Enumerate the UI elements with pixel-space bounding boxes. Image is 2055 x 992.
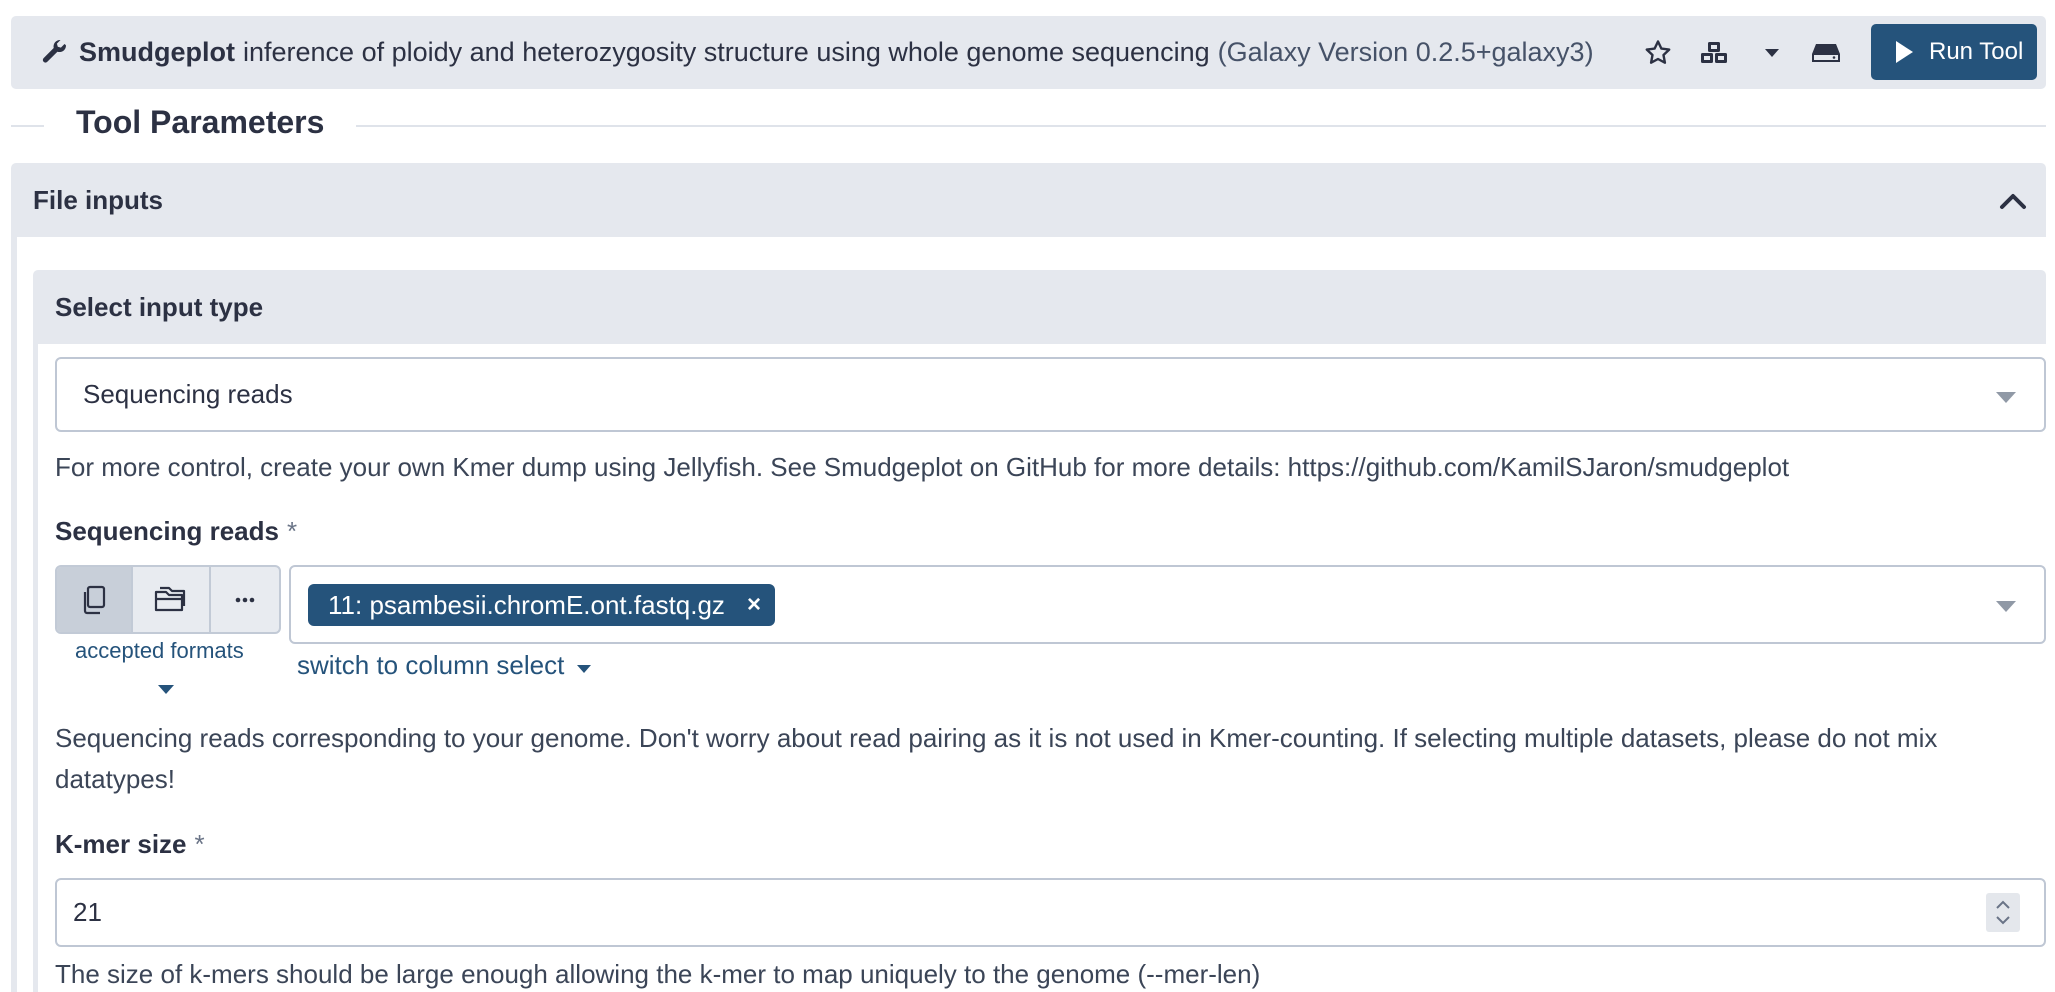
sequencing-reads-label: Sequencing reads * <box>55 516 297 547</box>
wrench-icon <box>42 39 67 63</box>
params-title: Tool Parameters <box>44 104 357 141</box>
caret-down-icon <box>1996 392 2016 403</box>
ellipsis-icon <box>235 597 255 602</box>
run-tool-label: Run Tool <box>1929 38 2024 65</box>
kmer-size-input[interactable]: 21 <box>55 878 2046 947</box>
caret-down-icon[interactable] <box>1757 38 1787 68</box>
switch-to-column-select-link[interactable]: switch to column select <box>297 650 592 681</box>
file-inputs-section-header[interactable]: File inputs <box>11 163 2046 237</box>
more-options-button[interactable] <box>211 567 279 632</box>
spinner-arrows-icon <box>1996 900 2010 925</box>
tool-header: Smudgeplot inference of ploidy and heter… <box>11 16 2046 89</box>
dataset-select[interactable]: 11: psambesii.chromE.ont.fastq.gz × <box>289 565 2046 644</box>
folder-icon <box>154 586 186 611</box>
number-spinner[interactable] <box>1986 893 2020 932</box>
selected-dataset-chip: 11: psambesii.chromE.ont.fastq.gz × <box>308 584 775 626</box>
switch-link-text: switch to column select <box>297 650 565 680</box>
subsection-border <box>33 344 38 992</box>
accepted-formats-link[interactable]: accepted formats <box>75 638 244 664</box>
kmer-size-label: K-mer size * <box>55 829 205 860</box>
required-mark: * <box>286 516 298 546</box>
play-icon <box>1896 41 1913 63</box>
kmer-size-value: 21 <box>73 897 102 927</box>
input-type-help: For more control, create your own Kmer d… <box>55 452 1790 482</box>
required-mark: * <box>194 829 205 859</box>
dataset-chip-label: 11: psambesii.chromE.ont.fastq.gz <box>328 589 725 620</box>
tool-description: inference of ploidy and heterozygosity s… <box>243 37 1210 67</box>
input-type-title: Select input type <box>55 292 264 322</box>
run-tool-button[interactable]: Run Tool <box>1871 24 2037 80</box>
caret-down-icon[interactable] <box>158 685 174 694</box>
hdd-icon[interactable] <box>1811 38 1841 68</box>
tool-version: (Galaxy Version 0.2.5+galaxy3) <box>1217 37 1594 67</box>
remove-dataset-icon[interactable]: × <box>747 591 761 619</box>
star-icon[interactable] <box>1643 38 1673 68</box>
tool-name: Smudgeplot <box>79 37 235 67</box>
sequencing-reads-help: Sequencing reads corresponding to your g… <box>55 723 1938 753</box>
cubes-icon[interactable] <box>1699 38 1729 68</box>
caret-down-icon <box>576 665 591 673</box>
sequencing-reads-help-cont: datatypes! <box>55 764 175 794</box>
tool-title: Smudgeplot inference of ploidy and heter… <box>79 16 1594 89</box>
kmer-size-help: The size of k-mers should be large enoug… <box>55 959 1261 989</box>
single-dataset-button[interactable] <box>57 567 133 632</box>
caret-down-icon <box>1996 601 2016 612</box>
tool-form-page: Smudgeplot inference of ploidy and heter… <box>0 0 2055 992</box>
input-type-header: Select input type <box>33 270 2046 344</box>
copy-icon <box>83 585 106 614</box>
chevron-up-icon[interactable] <box>1998 187 2028 213</box>
kmer-size-label-text: K-mer size <box>55 829 187 859</box>
multiple-datasets-button[interactable] <box>133 567 211 632</box>
file-inputs-title: File inputs <box>33 185 163 215</box>
data-source-button-group <box>55 565 281 634</box>
input-type-selected: Sequencing reads <box>83 379 293 409</box>
sequencing-reads-label-text: Sequencing reads <box>55 516 279 546</box>
input-type-select[interactable]: Sequencing reads <box>55 357 2046 432</box>
section-border <box>11 237 17 992</box>
